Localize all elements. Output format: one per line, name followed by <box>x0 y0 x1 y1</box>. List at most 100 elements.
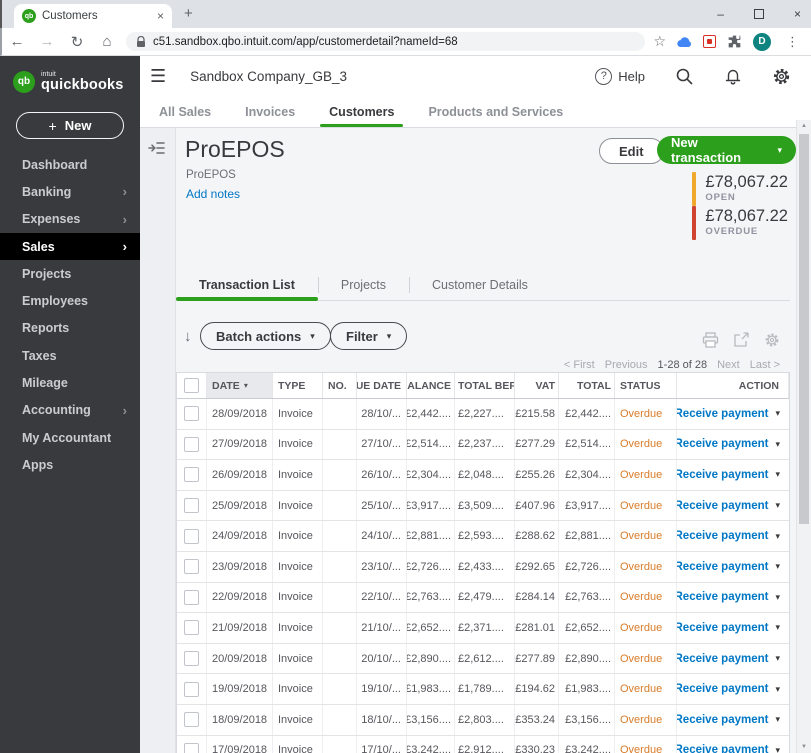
sidebar-item[interactable]: Projects › <box>0 260 140 287</box>
filter-button[interactable]: Filter ▾ <box>330 322 408 350</box>
select-all-checkbox[interactable] <box>177 373 207 398</box>
action-caret-icon[interactable]: ▾ <box>775 408 780 419</box>
sidebar-item[interactable]: Sales › <box>0 232 140 261</box>
sidebar-item[interactable]: Mileage › <box>0 369 140 396</box>
table-settings-gear-icon[interactable] <box>764 332 780 348</box>
pagination-first[interactable]: < First <box>564 359 595 371</box>
cell-type[interactable]: Invoice <box>273 551 323 582</box>
edit-button[interactable]: Edit <box>599 138 664 164</box>
maximize-button[interactable] <box>753 9 764 19</box>
forward-button[interactable]: → <box>32 33 62 50</box>
home-button[interactable]: ⌂ <box>92 33 122 50</box>
close-window-button[interactable]: × <box>794 7 801 21</box>
cell-type[interactable]: Invoice <box>273 643 323 674</box>
pagination-last[interactable]: Last > <box>750 359 780 371</box>
sales-nav-tab[interactable]: Customers <box>320 96 404 127</box>
red-extension-icon[interactable] <box>703 35 716 48</box>
add-notes-link[interactable]: Add notes <box>186 187 240 201</box>
batch-actions-button[interactable]: Batch actions ▾ <box>200 322 331 350</box>
sales-nav-tab[interactable]: All Sales <box>150 96 220 127</box>
column-header-no[interactable]: NO. <box>323 373 357 398</box>
cell-type[interactable]: Invoice <box>273 613 323 643</box>
action-caret-icon[interactable]: ▾ <box>775 622 780 633</box>
action-caret-icon[interactable]: ▾ <box>775 439 780 450</box>
company-name[interactable]: Sandbox Company_GB_3 <box>190 69 347 84</box>
receive-payment-link[interactable]: Receive payment <box>677 653 768 665</box>
row-checkbox[interactable] <box>177 704 207 735</box>
export-icon[interactable] <box>733 332 750 348</box>
column-header-due-date[interactable]: DUE DATE <box>357 373 407 398</box>
column-header-type[interactable]: TYPE <box>273 373 323 398</box>
row-checkbox[interactable] <box>177 429 207 460</box>
tab-close-icon[interactable]: × <box>157 9 164 23</box>
sales-nav-tab[interactable]: Products and Services <box>419 96 572 127</box>
scroll-down-icon[interactable]: ▼ <box>797 744 811 750</box>
bookmark-star-icon[interactable]: ☆ <box>653 33 666 50</box>
cell-type[interactable]: Invoice <box>273 521 323 551</box>
pagination-previous[interactable]: Previous <box>605 359 648 371</box>
minimize-button[interactable]: – <box>717 7 724 21</box>
receive-payment-link[interactable]: Receive payment <box>677 591 768 603</box>
action-caret-icon[interactable]: ▾ <box>775 561 780 572</box>
sidebar-item[interactable]: My Accountant › <box>0 424 140 451</box>
settings-gear-icon[interactable] <box>772 67 791 86</box>
sidebar-item[interactable]: Apps › <box>0 451 140 478</box>
new-tab-button[interactable]: + <box>184 5 193 22</box>
cell-type[interactable]: Invoice <box>273 582 323 613</box>
action-caret-icon[interactable]: ▾ <box>775 745 780 753</box>
sidebar-item[interactable]: Dashboard › <box>0 151 140 178</box>
cell-type[interactable]: Invoice <box>273 674 323 704</box>
row-checkbox[interactable] <box>177 582 207 613</box>
row-checkbox[interactable] <box>177 643 207 674</box>
row-checkbox[interactable] <box>177 490 207 521</box>
sidebar-item[interactable]: Employees › <box>0 287 140 314</box>
cell-type[interactable]: Invoice <box>273 429 323 460</box>
row-checkbox[interactable] <box>177 399 207 429</box>
row-checkbox[interactable] <box>177 613 207 643</box>
action-caret-icon[interactable]: ▾ <box>775 531 780 542</box>
receive-payment-link[interactable]: Receive payment <box>677 622 768 634</box>
row-checkbox[interactable] <box>177 551 207 582</box>
extensions-puzzle-icon[interactable] <box>727 34 742 49</box>
profile-avatar[interactable]: D <box>753 32 771 51</box>
sidebar-item[interactable]: Taxes › <box>0 342 140 369</box>
column-header-total-before[interactable]: TOTAL BEF( <box>455 373 515 398</box>
column-header-status[interactable]: STATUS <box>615 373 677 398</box>
address-bar[interactable]: c51.sandbox.qbo.intuit.com/app/customerd… <box>126 32 646 51</box>
scroll-up-icon[interactable]: ▲ <box>797 123 811 129</box>
new-button[interactable]: + New <box>16 112 124 139</box>
receive-payment-link[interactable]: Receive payment <box>677 408 768 420</box>
detail-tab[interactable]: Projects <box>317 270 409 300</box>
action-caret-icon[interactable]: ▾ <box>775 592 780 603</box>
sidebar-item[interactable]: Banking › <box>0 178 140 205</box>
scrollbar-thumb[interactable] <box>799 134 809 524</box>
hamburger-menu-icon[interactable]: ☰ <box>150 66 166 87</box>
receive-payment-link[interactable]: Receive payment <box>677 714 768 726</box>
receive-payment-link[interactable]: Receive payment <box>677 530 768 542</box>
cell-type[interactable]: Invoice <box>273 399 323 429</box>
action-caret-icon[interactable]: ▾ <box>775 653 780 664</box>
sales-nav-tab[interactable]: Invoices <box>236 96 304 127</box>
receive-payment-link[interactable]: Receive payment <box>677 469 768 481</box>
vertical-scrollbar[interactable]: ▲ ▼ <box>796 120 811 753</box>
sidebar-item[interactable]: Expenses › <box>0 206 140 233</box>
sidebar-item[interactable]: Reports › <box>0 315 140 342</box>
cell-type[interactable]: Invoice <box>273 460 323 490</box>
cell-type[interactable]: Invoice <box>273 735 323 753</box>
search-icon[interactable] <box>675 67 694 86</box>
receive-payment-link[interactable]: Receive payment <box>677 438 768 450</box>
refresh-button[interactable]: ↻ <box>62 33 92 51</box>
receive-payment-link[interactable]: Receive payment <box>677 683 768 695</box>
column-header-date[interactable]: DATE ▾ <box>207 373 273 398</box>
action-caret-icon[interactable]: ▾ <box>775 469 780 480</box>
row-checkbox[interactable] <box>177 735 207 753</box>
pagination-next[interactable]: Next <box>717 359 740 371</box>
action-caret-icon[interactable]: ▾ <box>775 714 780 725</box>
arrow-down-icon[interactable]: ↓ <box>184 328 192 345</box>
receive-payment-link[interactable]: Receive payment <box>677 500 768 512</box>
detail-tab[interactable]: Transaction List <box>176 270 318 301</box>
column-header-balance[interactable]: BALANCE <box>407 373 455 398</box>
row-checkbox[interactable] <box>177 521 207 551</box>
cell-type[interactable]: Invoice <box>273 490 323 521</box>
column-header-total[interactable]: TOTAL <box>559 373 615 398</box>
